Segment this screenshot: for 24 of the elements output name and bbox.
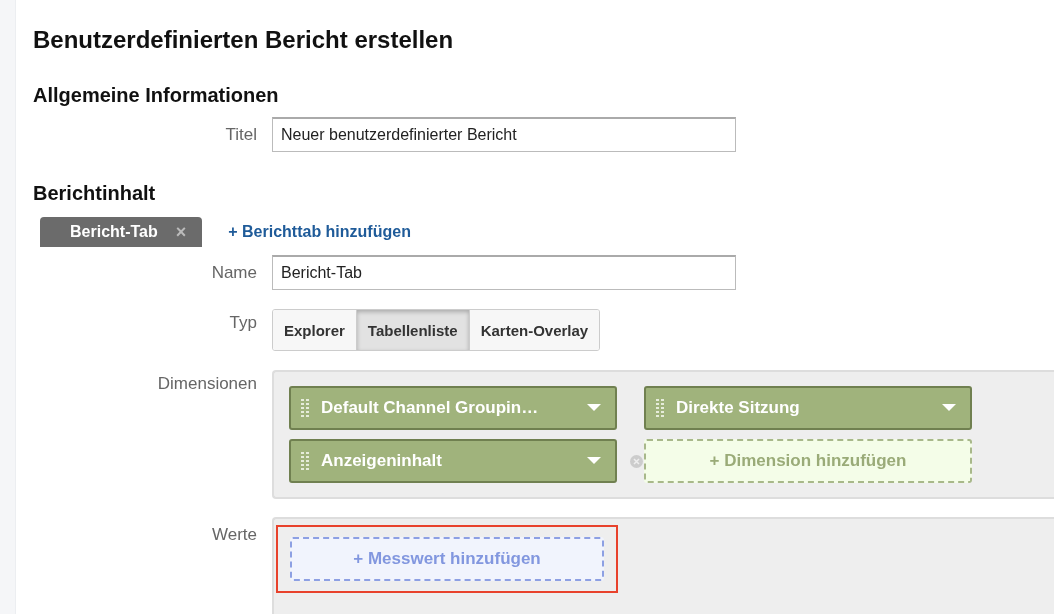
field-label: Werte: [210, 524, 258, 545]
type-option[interactable]: Karten-Overlay: [469, 310, 600, 350]
close-icon[interactable]: ×: [175, 221, 187, 243]
caret-icon[interactable]: [587, 404, 601, 412]
add-tab-link[interactable]: + Berichttab hinzufügen: [228, 223, 411, 247]
section-heading: Allgemeine Informationen: [33, 84, 280, 108]
drag-handle-icon[interactable]: [301, 398, 309, 418]
type-option[interactable]: Tabellenliste: [356, 310, 470, 350]
field-label: Name: [210, 262, 258, 283]
report-tab[interactable]: Bericht-Tab ×: [40, 217, 203, 247]
section-heading: Berichtinhalt: [33, 182, 157, 206]
name-field[interactable]: Bericht-Tab: [272, 255, 736, 290]
drag-handle-icon[interactable]: [301, 451, 309, 471]
drag-handle-icon[interactable]: [656, 398, 664, 418]
type-option[interactable]: Explorer: [273, 310, 357, 350]
remove-icon[interactable]: [630, 455, 643, 468]
field-label: Typ: [228, 312, 258, 333]
tab-label: Bericht-Tab: [70, 223, 158, 241]
caret-icon[interactable]: [587, 457, 601, 465]
caret-icon[interactable]: [942, 404, 956, 412]
field-label: Dimensionen: [156, 373, 258, 394]
page-title: Benutzerdefinierten Bericht erstellen: [33, 26, 455, 54]
title-field[interactable]: Neuer benutzerdefinierter Bericht: [272, 117, 736, 152]
field-label: Titel: [224, 124, 258, 145]
